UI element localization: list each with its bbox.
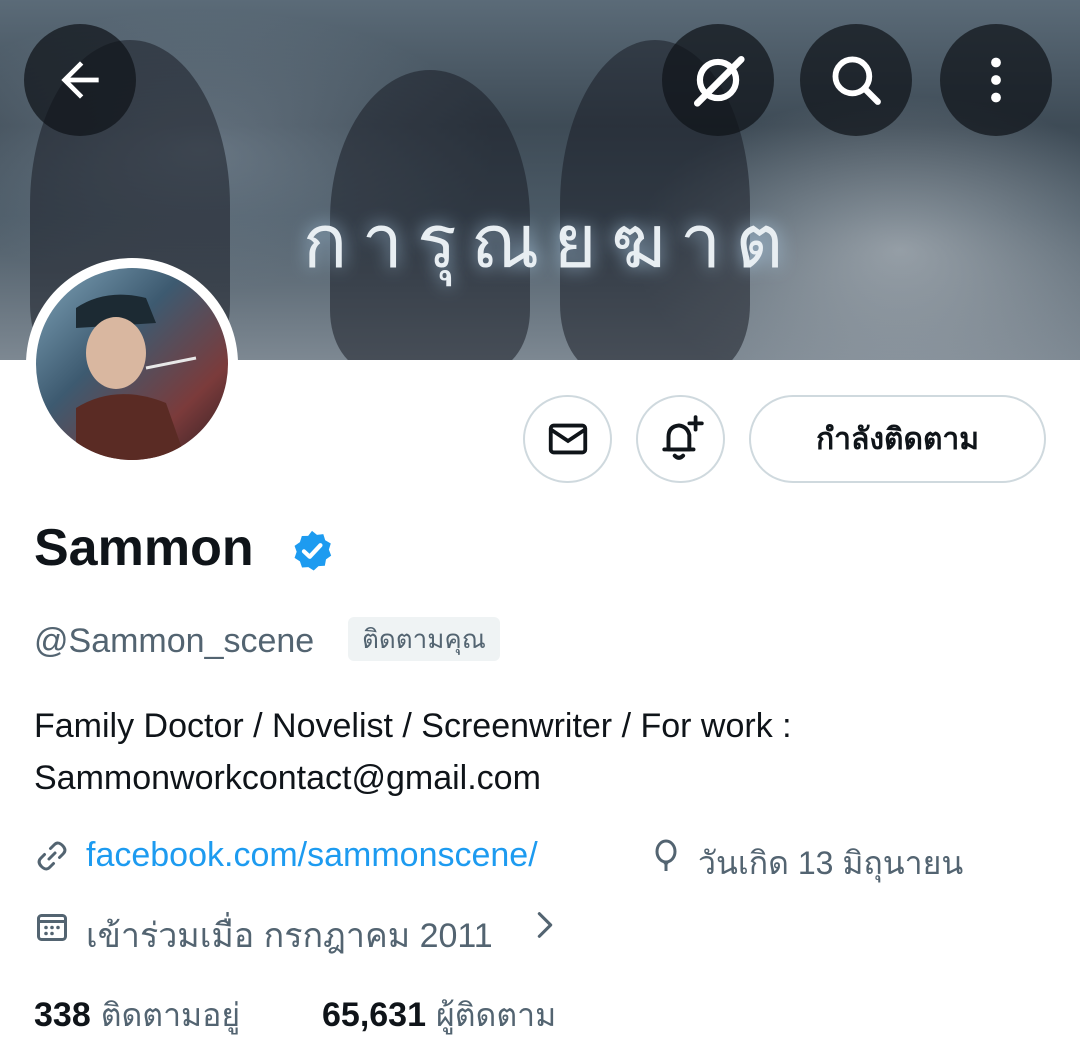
grok-button[interactable]: [662, 24, 774, 136]
bio-line-1: Family Doctor / Novelist / Screenwriter …: [34, 707, 792, 745]
balloon-icon: [655, 839, 677, 871]
search-icon: [832, 56, 881, 105]
follows-you-badge: ติดตามคุณ: [348, 617, 500, 661]
notify-button[interactable]: [636, 395, 725, 483]
message-button[interactable]: [523, 395, 612, 483]
back-arrow-icon: [61, 61, 99, 99]
envelope-icon: [548, 423, 587, 455]
profile-bio: Family Doctor / Novelist / Screenwriter …: [34, 700, 1044, 804]
profile-avatar[interactable]: [26, 258, 238, 470]
following-stat[interactable]: 338 ติดตามอยู่: [34, 990, 240, 1041]
profile-birthday: วันเกิด 13 มิถุนายน: [698, 845, 964, 881]
profile-website-link[interactable]: facebook.com/sammonscene/: [86, 836, 538, 875]
avatar-image: [36, 268, 228, 460]
link-icon: [37, 841, 67, 871]
following-button[interactable]: กำลังติดตาม: [749, 395, 1046, 483]
chevron-right-icon[interactable]: [528, 908, 562, 942]
grok-icon: [693, 55, 745, 107]
following-label: ติดตามอยู่: [100, 997, 241, 1033]
profile-name: Sammon: [34, 519, 254, 577]
more-vertical-icon: [991, 57, 1001, 103]
followers-stat[interactable]: 65,631 ผู้ติดตาม: [322, 990, 556, 1041]
verified-badge-icon[interactable]: [289, 528, 335, 574]
profile-join-date: เข้าร่วมเมื่อ กรกฎาคม 2011: [86, 917, 493, 955]
profile-handle: @Sammon_scene: [34, 622, 315, 660]
followers-count: 65,631: [322, 996, 426, 1034]
search-button[interactable]: [800, 24, 912, 136]
following-count: 338: [34, 996, 91, 1034]
back-button[interactable]: [24, 24, 136, 136]
more-options-button[interactable]: [940, 24, 1052, 136]
followers-label: ผู้ติดตาม: [436, 997, 557, 1033]
bell-plus-icon: [661, 415, 704, 460]
bio-line-2: Sammonworkcontact@gmail.com: [34, 759, 541, 797]
banner-title-art: การุณยฆาต: [302, 199, 798, 285]
calendar-icon: [37, 914, 67, 941]
following-button-label: กำลังติดตาม: [815, 422, 980, 456]
